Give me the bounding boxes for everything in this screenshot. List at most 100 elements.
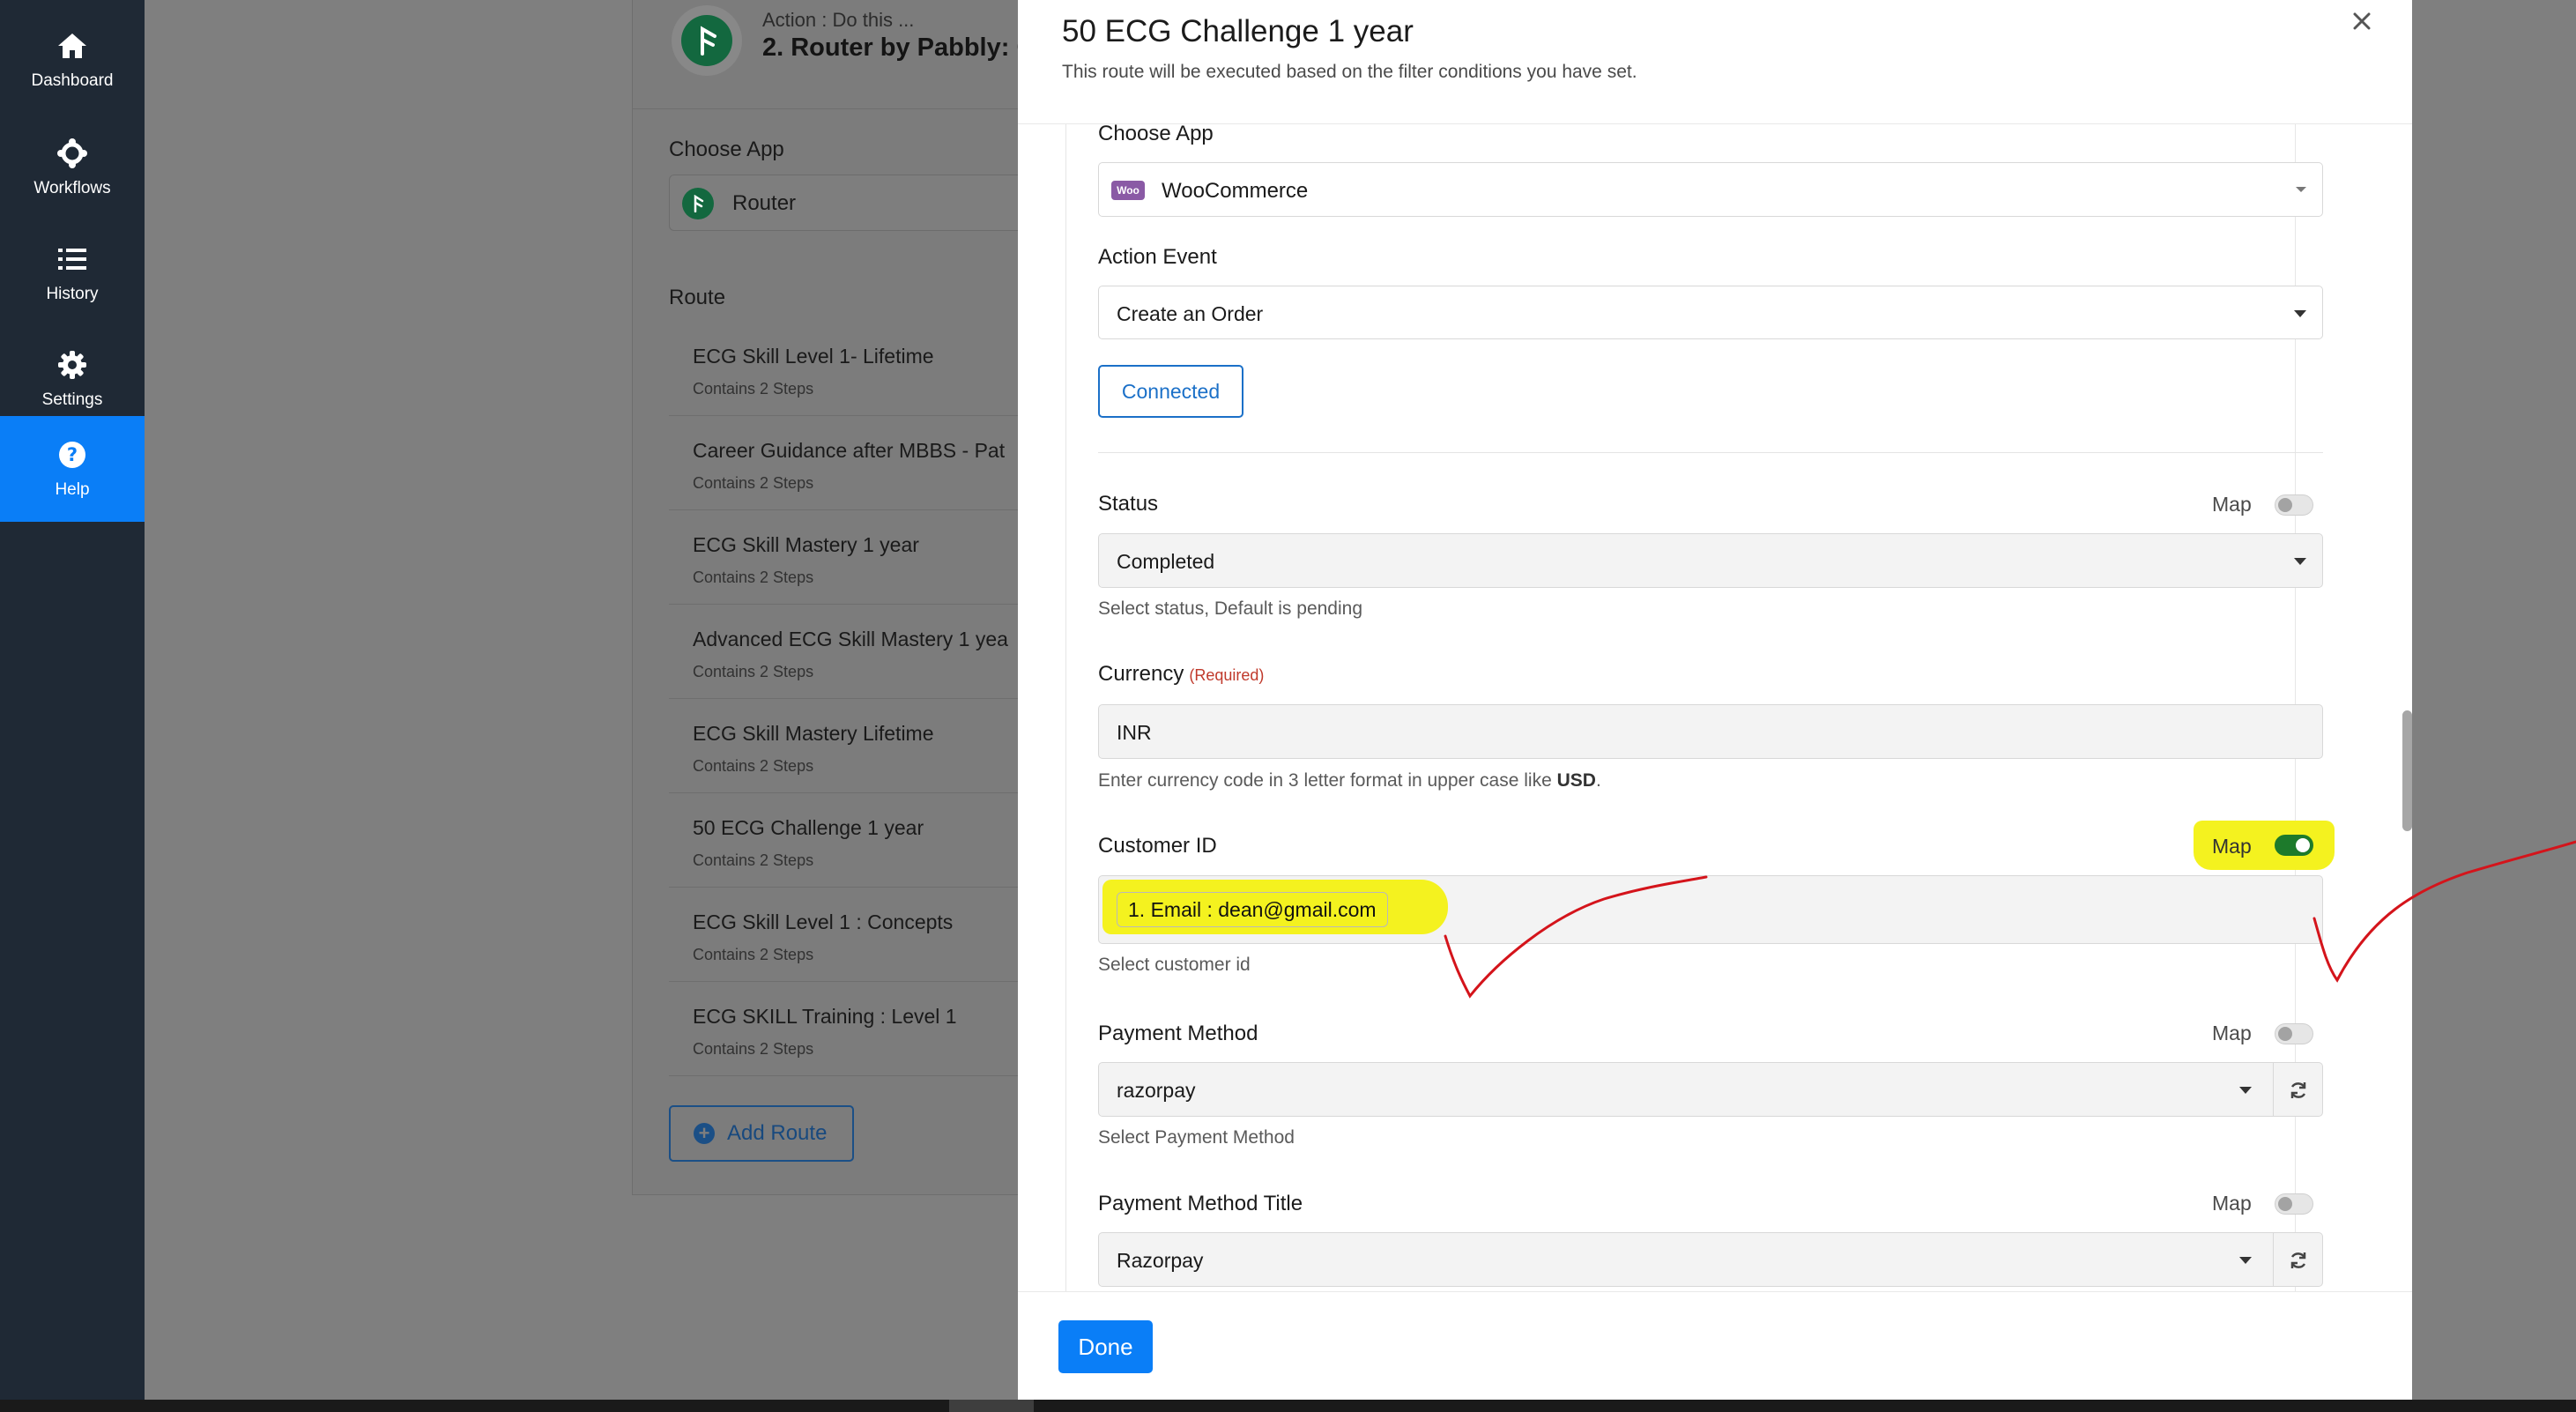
- payment-method-map-toggle[interactable]: [2275, 1023, 2313, 1044]
- route-steps: Contains 2 Steps: [693, 380, 814, 398]
- email-token[interactable]: 1. Email : dean@gmail.com: [1117, 892, 1388, 927]
- add-route-button[interactable]: + Add Route: [669, 1105, 854, 1162]
- scrollbar[interactable]: [2402, 710, 2412, 831]
- step-header: Action : Do this ... 2. Router by Pabbly…: [633, 0, 1038, 109]
- route-modal: 50 ECG Challenge 1 year This route will …: [1018, 0, 2412, 1401]
- currency-input[interactable]: INR: [1098, 704, 2323, 759]
- taskbar: [0, 1400, 2576, 1412]
- currency-help-prefix: Enter currency code in 3 letter format i…: [1098, 770, 1557, 791]
- customer-id-map-label: Map: [2212, 835, 2252, 858]
- workflow-step-panel: Action : Do this ... 2. Router by Pabbly…: [632, 0, 1057, 1195]
- payment-method-title-label: Payment Method Title: [1098, 1192, 1303, 1215]
- route-steps: Contains 2 Steps: [693, 474, 814, 492]
- router-icon: [682, 188, 714, 219]
- choose-app-value: WooCommerce: [1162, 179, 1309, 203]
- route-item[interactable]: 50 ECG Challenge 1 year Contains 2 Steps: [669, 793, 1057, 888]
- action-event-value: Create an Order: [1117, 302, 1264, 325]
- sidebar: Dashboard Workflows History Settings ? H…: [0, 0, 145, 1412]
- currency-help-suffix: .: [1595, 770, 1601, 791]
- chevron-down-icon: [2294, 558, 2306, 565]
- status-map-label: Map: [2212, 493, 2252, 516]
- choose-app-value: Router: [732, 191, 797, 215]
- action-event-label: Action Event: [1098, 245, 1217, 269]
- status-value: Completed: [1117, 550, 1215, 573]
- required-badge: (Required): [1189, 666, 1265, 684]
- history-icon: [56, 242, 89, 276]
- close-icon[interactable]: [2344, 4, 2379, 39]
- choose-app-select[interactable]: Router: [669, 175, 1057, 231]
- sidebar-item-help[interactable]: ? Help: [0, 416, 145, 522]
- route-item[interactable]: Career Guidance after MBBS - Pat Contain…: [669, 416, 1057, 510]
- route-name: 50 ECG Challenge 1 year: [693, 816, 924, 839]
- route-item[interactable]: Advanced ECG Skill Mastery 1 yea Contain…: [669, 605, 1057, 699]
- route-item[interactable]: ECG Skill Level 1- Lifetime Contains 2 S…: [669, 322, 1057, 416]
- chevron-down-icon: [2294, 310, 2306, 317]
- route-item[interactable]: ECG Skill Mastery Lifetime Contains 2 St…: [669, 699, 1057, 793]
- customer-id-input[interactable]: 1. Email : dean@gmail.com: [1098, 875, 2323, 944]
- currency-help-example: USD: [1556, 770, 1596, 791]
- divider: [1098, 452, 2323, 453]
- sidebar-item-history[interactable]: History: [0, 220, 145, 326]
- status-map-toggle[interactable]: [2275, 494, 2313, 516]
- payment-method-label: Payment Method: [1098, 1022, 1258, 1045]
- help-icon: ?: [56, 438, 89, 472]
- sidebar-item-label: Dashboard: [31, 71, 114, 90]
- route-steps: Contains 2 Steps: [693, 1040, 814, 1058]
- action-title: 2. Router by Pabbly: C: [762, 33, 1036, 62]
- payment-method-title-select[interactable]: Razorpay: [1098, 1232, 2323, 1287]
- route-name: ECG Skill Level 1- Lifetime: [693, 345, 934, 368]
- chevron-down-icon: [2239, 1087, 2252, 1094]
- workflows-icon: [56, 137, 89, 170]
- customer-id-map-toggle[interactable]: [2275, 835, 2313, 856]
- sidebar-item-workflows[interactable]: Workflows: [0, 115, 145, 220]
- route-name: ECG Skill Level 1 : Concepts: [693, 910, 954, 933]
- route-title: Route: [669, 286, 726, 309]
- choose-app-label: Choose App: [1098, 123, 1214, 145]
- route-item[interactable]: ECG Skill Mastery 1 year Contains 2 Step…: [669, 510, 1057, 605]
- choose-app-label: Choose App: [669, 137, 784, 161]
- sidebar-item-label: Settings: [41, 390, 103, 409]
- payment-method-help: Select Payment Method: [1098, 1127, 1295, 1148]
- woocommerce-logo-icon: Woo: [1111, 181, 1145, 200]
- choose-app-select[interactable]: Woo WooCommerce: [1098, 162, 2323, 217]
- route-name: Advanced ECG Skill Mastery 1 yea: [693, 628, 1008, 650]
- sidebar-item-dashboard[interactable]: Dashboard: [0, 7, 145, 113]
- taskbar-item[interactable]: [949, 1400, 1034, 1412]
- chevron-down-icon: [2296, 187, 2306, 192]
- route-steps: Contains 2 Steps: [693, 663, 814, 680]
- route-steps: Contains 2 Steps: [693, 851, 814, 869]
- action-label: Action : Do this ...: [762, 9, 915, 31]
- home-icon: [56, 29, 89, 63]
- add-route-label: Add Route: [727, 1121, 828, 1145]
- payment-method-title-map-toggle[interactable]: [2275, 1193, 2313, 1215]
- status-label: Status: [1098, 492, 1159, 516]
- footer-divider: [1018, 1291, 2412, 1292]
- modal-body: Choose App Woo WooCommerce Action Event …: [1018, 123, 2412, 1291]
- modal-subtitle: This route will be executed based on the…: [1062, 62, 1637, 82]
- payment-method-title-value: Razorpay: [1117, 1249, 1204, 1272]
- sidebar-item-label: Help: [55, 480, 90, 499]
- currency-help: Enter currency code in 3 letter format i…: [1098, 770, 1601, 791]
- route-item[interactable]: ECG SKILL Training : Level 1 Contains 2 …: [669, 982, 1057, 1076]
- chevron-down-icon: [2239, 1257, 2252, 1264]
- plus-icon: +: [694, 1123, 715, 1144]
- done-button[interactable]: Done: [1058, 1320, 1153, 1373]
- payment-method-title-map-label: Map: [2212, 1192, 2252, 1215]
- connected-button[interactable]: Connected: [1098, 365, 1243, 418]
- payment-method-map-label: Map: [2212, 1022, 2252, 1044]
- status-select[interactable]: Completed: [1098, 533, 2323, 588]
- gear-icon: [56, 348, 89, 382]
- route-name: ECG Skill Mastery 1 year: [693, 533, 919, 556]
- currency-value: INR: [1117, 721, 1152, 744]
- route-steps: Contains 2 Steps: [693, 757, 814, 775]
- route-steps: Contains 2 Steps: [693, 569, 814, 586]
- currency-label-text: Currency: [1098, 662, 1184, 686]
- currency-label: Currency (Required): [1098, 662, 1264, 687]
- payment-method-value: razorpay: [1117, 1079, 1196, 1102]
- refresh-icon[interactable]: [2273, 1233, 2322, 1287]
- route-name: ECG Skill Mastery Lifetime: [693, 722, 934, 745]
- route-item[interactable]: ECG Skill Level 1 : Concepts Contains 2 …: [669, 888, 1057, 982]
- action-event-select[interactable]: Create an Order: [1098, 286, 2323, 339]
- payment-method-select[interactable]: razorpay: [1098, 1062, 2323, 1117]
- refresh-icon[interactable]: [2273, 1063, 2322, 1117]
